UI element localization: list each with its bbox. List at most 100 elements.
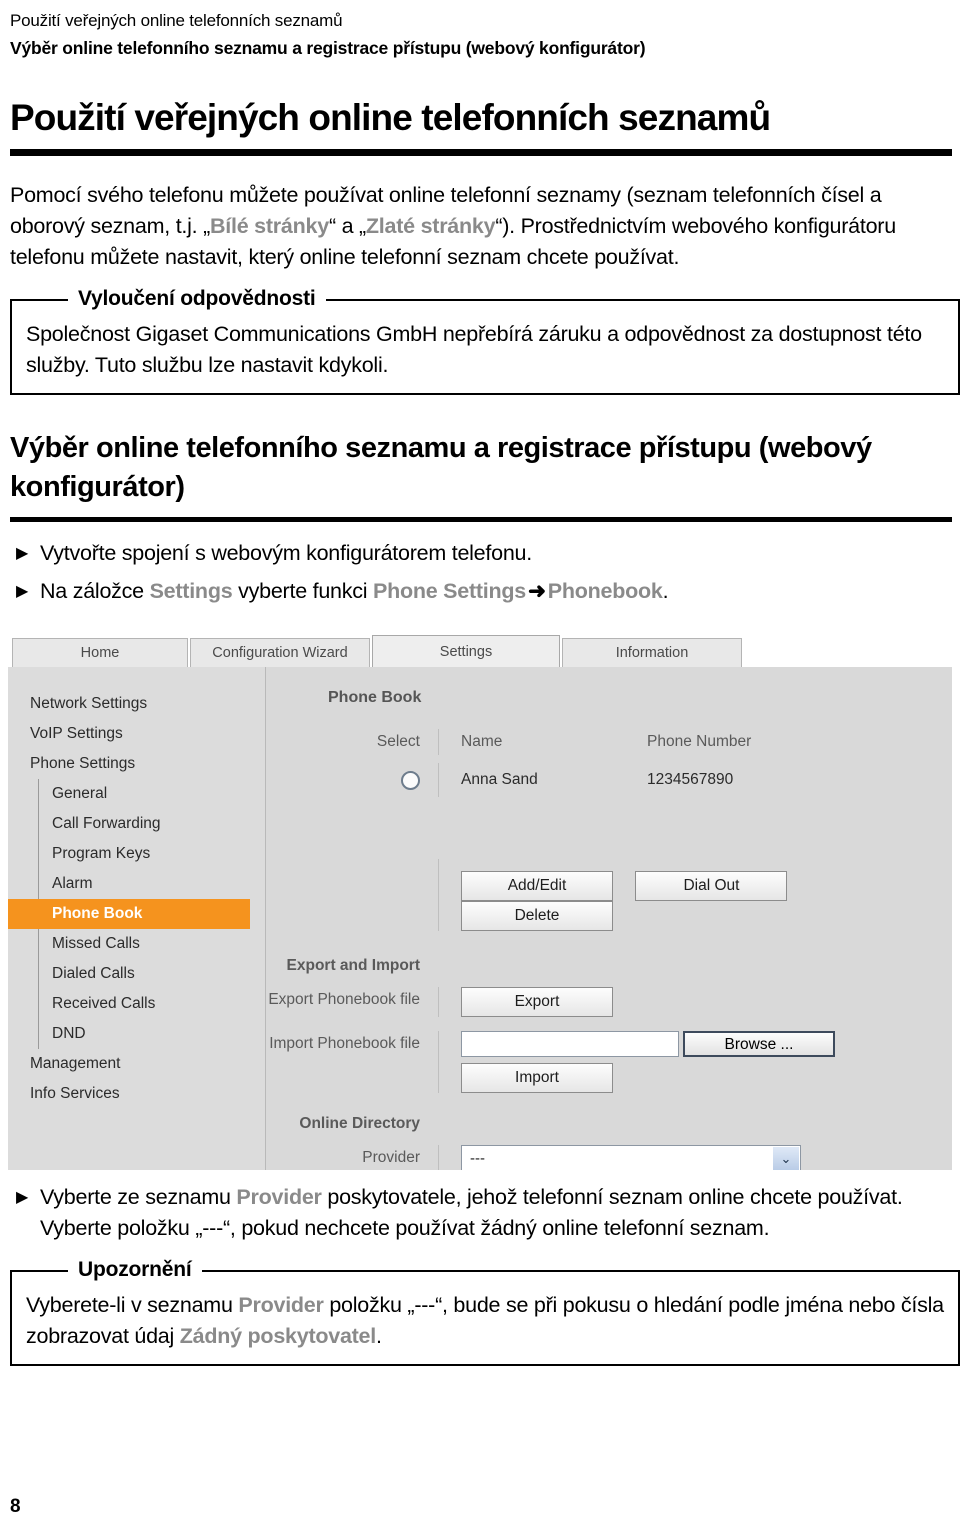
label-import-phonebook-file: Import Phonebook file (269, 1035, 420, 1052)
import-field: Browse ... Import (438, 1031, 952, 1093)
chevron-down-icon[interactable]: ⌄ (773, 1147, 799, 1170)
section-rule (10, 517, 952, 522)
term-phonebook: Phonebook (547, 579, 663, 603)
note-box: Upozornění Vyberete-li v seznamu Provide… (10, 1257, 960, 1366)
term-settings: Settings (149, 579, 233, 603)
tab-configuration-wizard[interactable]: Configuration Wizard (190, 638, 370, 667)
note-body: Vyberete-li v seznamu Provider položku „… (26, 1290, 944, 1352)
phonebook-row-fields: Anna Sand 1234567890 (438, 763, 952, 797)
import-button[interactable]: Import (461, 1063, 613, 1093)
term-white-pages: Bílé stránky (210, 214, 329, 238)
sidebar-item-call-forwarding[interactable]: Call Forwarding (8, 809, 265, 839)
step-item-1: ▶ Vytvořte spojení s webovým konfiguráto… (16, 538, 952, 569)
label-provider: Provider (362, 1149, 420, 1166)
lower-step1-part-a: Vyberte ze seznamu (40, 1185, 237, 1209)
delete-button[interactable]: Delete (461, 901, 613, 931)
term-phone-settings: Phone Settings (373, 579, 526, 603)
phonebook-header-fields: Name Phone Number (438, 729, 952, 755)
bullet-triangle-icon: ▶ (16, 583, 29, 600)
phonebook-header-inner: Name Phone Number (461, 729, 952, 755)
sidebar-item-phone-settings[interactable]: Phone Settings (8, 749, 265, 779)
browse-button[interactable]: Browse ... (683, 1031, 835, 1057)
document-page: Použití veřejných online telefonních sez… (0, 8, 960, 1534)
lower-step-1-text: Vyberte ze seznamu Provider poskytovatel… (40, 1182, 940, 1244)
step-1-text: Vytvořte spojení s webovým konfigurátore… (40, 541, 532, 565)
provider-select[interactable]: --- ⌄ (461, 1145, 801, 1170)
term-yellow-pages: Zlaté stránky (365, 214, 496, 238)
label-export-phonebook-file: Export Phonebook file (268, 991, 420, 1008)
sidebar-item-alarm[interactable]: Alarm (8, 869, 265, 899)
tab-information[interactable]: Information (562, 638, 742, 667)
phonebook-actions-row: Add/Edit Dial Out Delete (266, 859, 952, 931)
note-part-a: Vyberete-li v seznamu (26, 1293, 239, 1317)
import-button-wrap: Import (461, 1063, 952, 1093)
cell-contact-number: 1234567890 (647, 771, 734, 788)
chapter-title: Použití veřejných online telefonních sez… (10, 97, 771, 138)
tab-home[interactable]: Home (12, 638, 188, 667)
online-directory-heading: Online Directory (299, 1115, 420, 1132)
lower-step-item-1: ▶ Vyberte ze seznamu Provider poskytovat… (16, 1182, 952, 1244)
provider-row: Provider --- ⌄ (266, 1145, 952, 1170)
right-arrow-icon: ➜ (528, 579, 546, 603)
steps-list: ▶ Vytvořte spojení s webovým konfiguráto… (16, 538, 952, 607)
radio-button-select-contact[interactable] (401, 771, 420, 790)
export-field: Export (438, 987, 952, 1017)
web-configurator-screenshot: Home Configuration Wizard Settings Infor… (8, 633, 952, 1170)
intro-paragraph: Pomocí svého telefonu můžete používat on… (10, 180, 938, 273)
sidebar-item-voip-settings[interactable]: VoIP Settings (8, 719, 265, 749)
term-provider: Provider (236, 1185, 322, 1209)
import-file-input[interactable] (461, 1031, 679, 1057)
note-part-c: . (376, 1324, 382, 1348)
disclaimer-body: Společnost Gigaset Communications GmbH n… (26, 322, 922, 377)
phonebook-button-group: Add/Edit Dial Out Delete (461, 871, 952, 931)
column-header-name: Name (461, 733, 503, 750)
phonebook-table-header-row: Select Name Phone Number (266, 729, 952, 755)
bullet-triangle-icon: ▶ (16, 1189, 29, 1206)
export-button[interactable]: Export (461, 987, 613, 1017)
sidebar-item-program-keys[interactable]: Program Keys (8, 839, 265, 869)
running-head-line1: Použití veřejných online telefonních sez… (10, 11, 343, 30)
dial-out-button[interactable]: Dial Out (635, 871, 788, 901)
sidebar-item-dnd[interactable]: DND (8, 1019, 265, 1049)
cell-contact-name: Anna Sand (461, 771, 538, 788)
export-import-heading: Export and Import (286, 957, 420, 974)
export-file-row: Export Phonebook file Export (266, 987, 952, 1017)
step-item-2: ▶ Na záložce Settings vyberte funkci Pho… (16, 576, 952, 607)
column-header-select: Select (376, 733, 420, 750)
sidebar-item-management[interactable]: Management (8, 1049, 265, 1079)
disclaimer-legend: Vyloučení odpovědnosti (68, 286, 326, 312)
row-select-cell (266, 763, 438, 799)
sidebar-item-dialed-calls[interactable]: Dialed Calls (8, 959, 265, 989)
add-edit-button[interactable]: Add/Edit (461, 871, 613, 901)
step-2-text: Na záložce Settings vyberte funkci Phone… (40, 576, 952, 607)
sidebar-item-network-settings[interactable]: Network Settings (8, 689, 265, 719)
column-header-phone-number: Phone Number (647, 733, 752, 750)
configurator-sidebar: Network Settings VoIP Settings Phone Set… (8, 667, 266, 1170)
sidebar-item-general[interactable]: General (8, 779, 265, 809)
pane-title-phone-book: Phone Book (328, 689, 422, 706)
export-import-heading-spacer (438, 953, 952, 979)
term-provider-note: Provider (238, 1293, 324, 1317)
lower-steps-list: ▶ Vyberte ze seznamu Provider poskytovat… (16, 1182, 952, 1244)
configurator-body: Network Settings VoIP Settings Phone Set… (8, 667, 952, 1170)
export-import-heading-row: Export and Import (266, 953, 952, 979)
provider-field: --- ⌄ (438, 1145, 952, 1170)
sidebar-item-info-services[interactable]: Info Services (8, 1079, 265, 1109)
tab-settings[interactable]: Settings (372, 635, 560, 667)
provider-selected-value: --- (470, 1150, 485, 1167)
bullet-triangle-icon: ▶ (16, 545, 29, 562)
intro-part2: “ a „ (328, 214, 366, 238)
import-file-row: Import Phonebook file Browse ... Import (266, 1031, 952, 1093)
sidebar-item-missed-calls[interactable]: Missed Calls (8, 929, 265, 959)
note-legend: Upozornění (68, 1257, 202, 1283)
step2-part-c: . (662, 579, 669, 603)
phonebook-table-row: Anna Sand 1234567890 (266, 763, 952, 799)
sidebar-item-received-calls[interactable]: Received Calls (8, 989, 265, 1019)
term-no-provider: Zádný poskytovatel (179, 1324, 376, 1348)
running-head-line2: Výběr online telefonního seznamu a regis… (10, 38, 646, 58)
disclaimer-box: Vyloučení odpovědnosti Společnost Gigase… (10, 286, 960, 395)
online-directory-heading-row: Online Directory (266, 1111, 952, 1137)
step2-part-b: vyberte funkci (232, 579, 374, 603)
sidebar-item-phone-book[interactable]: Phone Book (8, 899, 250, 929)
title-rule (10, 149, 952, 156)
